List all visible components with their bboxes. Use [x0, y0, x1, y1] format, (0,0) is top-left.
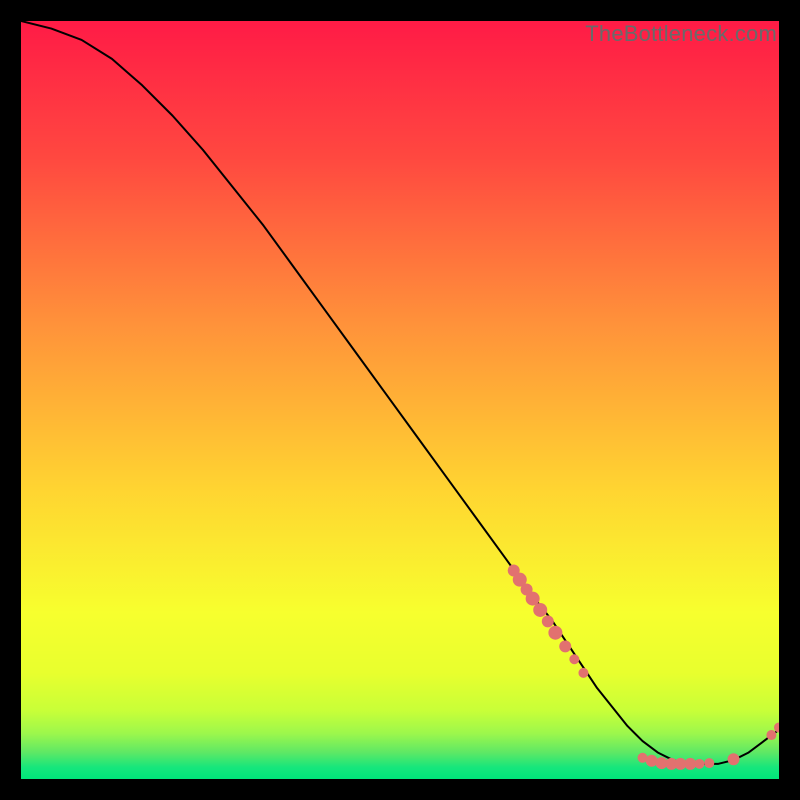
watermark-text: TheBottleneck.com [585, 21, 777, 47]
data-point-marker [559, 640, 571, 652]
data-point-marker [548, 626, 562, 640]
data-point-marker [542, 615, 554, 627]
data-point-marker [694, 759, 704, 769]
data-point-marker [728, 753, 740, 765]
data-point-marker [533, 603, 547, 617]
bottleneck-chart [21, 21, 779, 779]
data-point-marker [569, 654, 579, 664]
chart-frame: TheBottleneck.com [21, 21, 779, 779]
data-point-marker [526, 592, 540, 606]
data-point-marker [704, 758, 714, 768]
data-point-marker [766, 730, 776, 740]
data-point-marker [578, 668, 588, 678]
heat-gradient-background [21, 21, 779, 779]
